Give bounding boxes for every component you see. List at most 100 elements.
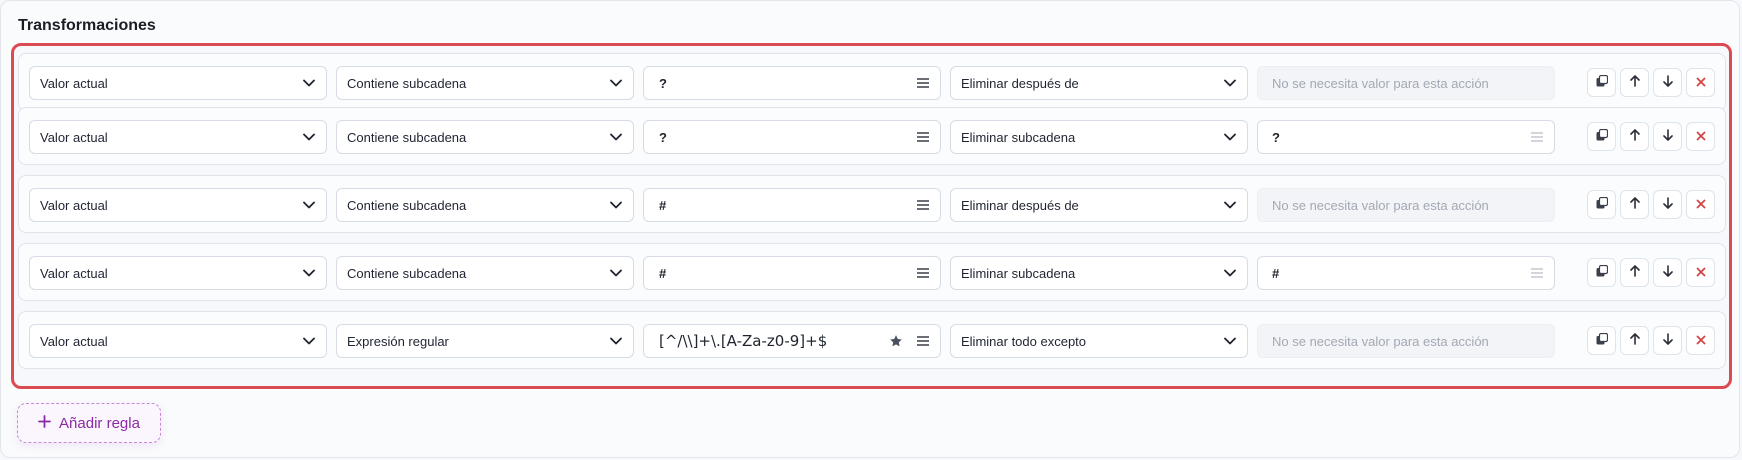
pattern-value: #: [659, 265, 667, 281]
arrow-up-icon: [1629, 196, 1640, 214]
replacement-input: No se necesita valor para esta acción: [1257, 324, 1555, 358]
replacement-input: No se necesita valor para esta acción: [1257, 66, 1555, 100]
action-select[interactable]: Eliminar después de: [950, 188, 1248, 222]
move-down-button[interactable]: [1653, 258, 1682, 287]
rule-row: Valor actual Contiene subcadena ? Elimin…: [18, 53, 1726, 111]
action-select[interactable]: Eliminar todo excepto: [950, 324, 1248, 358]
move-up-button[interactable]: [1620, 326, 1649, 355]
rule-row: Valor actual Contiene subcadena ? Elimin…: [18, 107, 1726, 165]
move-down-button[interactable]: [1653, 68, 1682, 97]
delete-button[interactable]: [1686, 68, 1715, 97]
action-select-value: Eliminar todo excepto: [961, 333, 1087, 349]
close-icon: [1696, 128, 1706, 146]
pattern-input[interactable]: ?: [643, 120, 941, 154]
duplicate-button[interactable]: [1587, 258, 1616, 287]
action-select-value: Eliminar subcadena: [961, 265, 1076, 281]
rules-list: Valor actual Contiene subcadena ? Elimin…: [11, 43, 1732, 389]
arrow-up-icon: [1629, 264, 1640, 282]
duplicate-button[interactable]: [1587, 190, 1616, 219]
move-up-button[interactable]: [1620, 258, 1649, 287]
menu-icon[interactable]: [906, 78, 940, 88]
close-icon: [1696, 196, 1706, 214]
move-down-button[interactable]: [1653, 122, 1682, 151]
arrow-down-icon: [1662, 332, 1673, 350]
chevron-down-icon: [1213, 201, 1247, 209]
action-select[interactable]: Eliminar subcadena: [950, 256, 1248, 290]
chevron-down-icon: [599, 201, 633, 209]
add-rule-button[interactable]: Añadir regla: [17, 403, 161, 443]
pattern-value: [^/\\]+\.[A-Za-z0-9]+$: [659, 332, 828, 350]
section-title: Transformaciones: [18, 17, 156, 34]
source-select-value: Valor actual: [40, 333, 108, 349]
chevron-down-icon: [1213, 337, 1247, 345]
add-rule-label: Añadir regla: [59, 414, 140, 432]
plus-icon: [38, 414, 51, 432]
replacement-placeholder: No se necesita valor para esta acción: [1272, 197, 1489, 213]
arrow-down-icon: [1662, 128, 1673, 146]
chevron-down-icon: [599, 337, 633, 345]
duplicate-button[interactable]: [1587, 122, 1616, 151]
pattern-value: ?: [659, 129, 667, 145]
duplicate-button[interactable]: [1587, 326, 1616, 355]
row-actions: [1587, 190, 1715, 219]
menu-icon[interactable]: [906, 132, 940, 142]
duplicate-icon: [1596, 74, 1608, 92]
menu-icon[interactable]: [1520, 132, 1554, 142]
move-down-button[interactable]: [1653, 190, 1682, 219]
move-down-button[interactable]: [1653, 326, 1682, 355]
condition-select[interactable]: Contiene subcadena: [336, 188, 634, 222]
move-up-button[interactable]: [1620, 190, 1649, 219]
duplicate-icon: [1596, 196, 1608, 214]
chevron-down-icon: [599, 79, 633, 87]
source-select[interactable]: Valor actual: [29, 120, 327, 154]
source-select-value: Valor actual: [40, 197, 108, 213]
condition-select[interactable]: Contiene subcadena: [336, 66, 634, 100]
chevron-down-icon: [292, 201, 326, 209]
menu-icon[interactable]: [1520, 268, 1554, 278]
condition-select[interactable]: Expresión regular: [336, 324, 634, 358]
condition-select[interactable]: Contiene subcadena: [336, 120, 634, 154]
chevron-down-icon: [599, 269, 633, 277]
condition-select[interactable]: Contiene subcadena: [336, 256, 634, 290]
chevron-down-icon: [292, 337, 326, 345]
source-select[interactable]: Valor actual: [29, 256, 327, 290]
move-up-button[interactable]: [1620, 68, 1649, 97]
chevron-down-icon: [1213, 133, 1247, 141]
delete-button[interactable]: [1686, 258, 1715, 287]
pattern-input[interactable]: #: [643, 256, 941, 290]
rule-row: Valor actual Expresión regular [^/\\]+\.…: [18, 311, 1726, 369]
menu-icon[interactable]: [906, 200, 940, 210]
action-select-value: Eliminar después de: [961, 197, 1079, 213]
duplicate-icon: [1596, 264, 1608, 282]
close-icon: [1696, 332, 1706, 350]
action-select[interactable]: Eliminar después de: [950, 66, 1248, 100]
delete-button[interactable]: [1686, 190, 1715, 219]
pattern-input[interactable]: ?: [643, 66, 941, 100]
source-select[interactable]: Valor actual: [29, 66, 327, 100]
replacement-placeholder: No se necesita valor para esta acción: [1272, 333, 1489, 349]
source-select-value: Valor actual: [40, 75, 108, 91]
rule-row: Valor actual Contiene subcadena # Elimin…: [18, 175, 1726, 233]
delete-button[interactable]: [1686, 326, 1715, 355]
menu-icon[interactable]: [906, 336, 940, 346]
menu-icon[interactable]: [906, 268, 940, 278]
star-icon[interactable]: [886, 334, 906, 348]
replacement-value: #: [1272, 265, 1280, 281]
duplicate-button[interactable]: [1587, 68, 1616, 97]
chevron-down-icon: [599, 133, 633, 141]
action-select-value: Eliminar subcadena: [961, 129, 1076, 145]
pattern-input[interactable]: #: [643, 188, 941, 222]
source-select[interactable]: Valor actual: [29, 188, 327, 222]
close-icon: [1696, 74, 1706, 92]
move-up-button[interactable]: [1620, 122, 1649, 151]
condition-select-value: Contiene subcadena: [347, 265, 467, 281]
replacement-input[interactable]: ?: [1257, 120, 1555, 154]
delete-button[interactable]: [1686, 122, 1715, 151]
row-actions: [1587, 68, 1715, 97]
replacement-input[interactable]: #: [1257, 256, 1555, 290]
source-select[interactable]: Valor actual: [29, 324, 327, 358]
action-select[interactable]: Eliminar subcadena: [950, 120, 1248, 154]
pattern-input[interactable]: [^/\\]+\.[A-Za-z0-9]+$: [643, 324, 941, 358]
condition-select-value: Contiene subcadena: [347, 129, 467, 145]
duplicate-icon: [1596, 128, 1608, 146]
